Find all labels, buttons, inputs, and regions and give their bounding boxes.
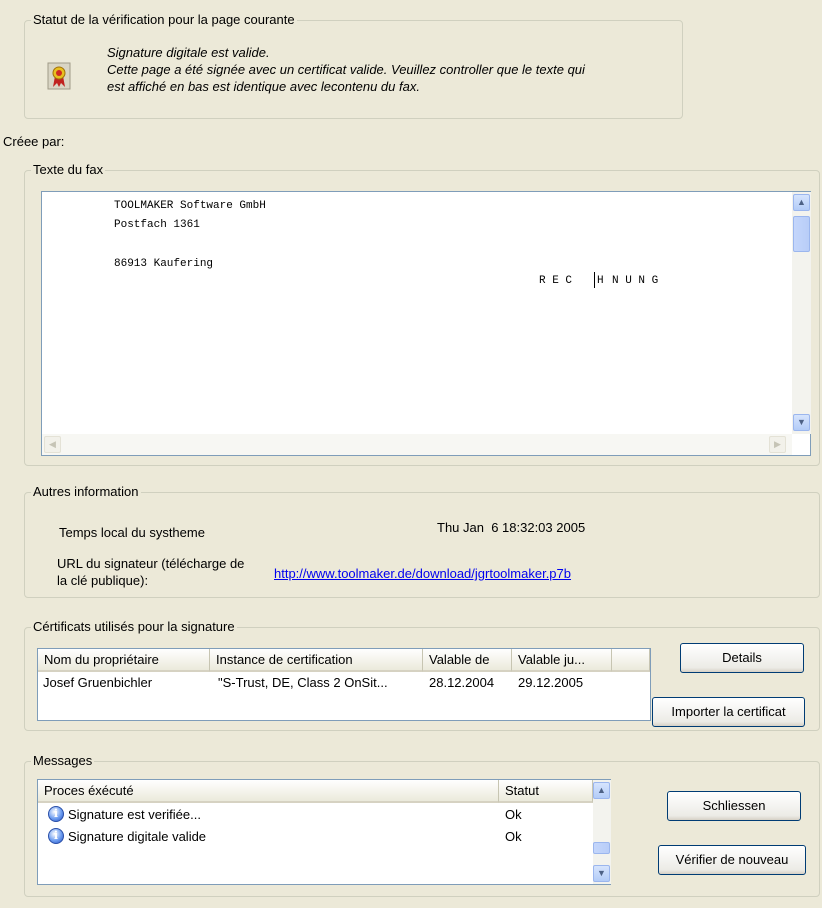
column-valid-to[interactable]: Valable ju... [512,649,612,672]
fax-heading-glyph: H [597,275,604,287]
fax-line-2: Postfach 1361 [114,219,200,231]
close-button[interactable]: Schliessen [667,791,801,821]
cert-valid-to: 29.12.2005 [518,675,584,690]
messages-scroll-thumb[interactable] [593,842,610,854]
message-status: Ok [505,829,522,844]
fax-heading-left: R E C [539,275,573,287]
column-issuer[interactable]: Instance de certification [210,649,423,672]
time-value: Thu Jan 6 18:32:03 2005 [437,520,586,535]
cert-valid-from: 28.12.2004 [429,675,495,690]
info-icon: i [48,806,64,822]
fax-scroll-thumb[interactable] [793,216,810,252]
import-certificate-button[interactable]: Importer la certificat [652,697,805,727]
column-owner[interactable]: Nom du propriétaire [38,649,210,672]
fax-text-area[interactable]: TOOLMAKER Software GmbH Postfach 1361 86… [41,191,811,456]
status-group-title: Statut de la vérification pour la page c… [31,12,297,28]
status-line-2: Cette page a été signée avec un certific… [107,62,585,77]
message-process: Signature digitale valide [68,829,207,844]
url-label-line-1: URL du signateur (télécharge de [57,556,245,571]
messages-table[interactable]: Proces éxécuté Statut i Signature est ve… [37,779,611,885]
time-label: Temps local du systheme [59,525,205,540]
scroll-left-button[interactable]: ◀ [44,436,61,453]
status-line-1: Signature digitale est valide. [107,45,270,60]
scroll-down-button[interactable]: ▼ [593,865,610,882]
column-process[interactable]: Proces éxécuté [38,780,499,803]
url-label-line-2: la clé publique): [57,573,149,588]
text-cursor [594,272,595,288]
messages-vertical-scrollbar[interactable]: ▲ ▼ [593,780,611,884]
list-item[interactable]: i Signature digitale valide Ok [38,826,591,847]
created-by-label: Créee par: [3,134,65,149]
column-status[interactable]: Statut [499,780,593,803]
signer-url-link[interactable]: http://www.toolmaker.de/download/jgrtool… [274,566,571,581]
fax-heading-right: N U N G [612,275,659,287]
message-status: Ok [505,807,522,822]
column-filler [612,649,650,672]
column-valid-from[interactable]: Valable de [423,649,512,672]
details-button[interactable]: Details [680,643,804,673]
verify-again-button[interactable]: Vérifier de nouveau [658,845,806,875]
fax-vertical-scrollbar[interactable]: ▲ ▼ [792,192,811,434]
fax-line-3: 86913 Kaufering [114,258,214,270]
other-info-title: Autres information [31,484,141,500]
certificates-title: Cértificats utilisés pour la signature [31,619,237,635]
scroll-up-button[interactable]: ▲ [593,782,610,799]
cert-issuer: "S-Trust, DE, Class 2 OnSit... [218,675,388,690]
fax-horizontal-scrollbar[interactable]: ◀ ▶ [42,434,792,455]
scroll-down-button[interactable]: ▼ [793,414,810,431]
cert-owner: Josef Gruenbichler [43,675,153,690]
certificate-ribbon-icon [47,62,71,90]
certificates-table[interactable]: Nom du propriétaire Instance de certific… [37,648,651,721]
list-item[interactable]: i Signature est verifiée... Ok [38,804,591,825]
scroll-up-button[interactable]: ▲ [793,194,810,211]
status-line-3: est affiché en bas est identique avec le… [107,79,420,94]
info-icon: i [48,828,64,844]
fax-line-1: TOOLMAKER Software GmbH [114,200,266,212]
fax-group-title: Texte du fax [31,162,106,178]
scroll-right-button[interactable]: ▶ [769,436,786,453]
message-process: Signature est verifiée... [68,807,201,822]
messages-title: Messages [31,753,95,769]
table-row[interactable]: Josef Gruenbichler "S-Trust, DE, Class 2… [38,673,650,693]
